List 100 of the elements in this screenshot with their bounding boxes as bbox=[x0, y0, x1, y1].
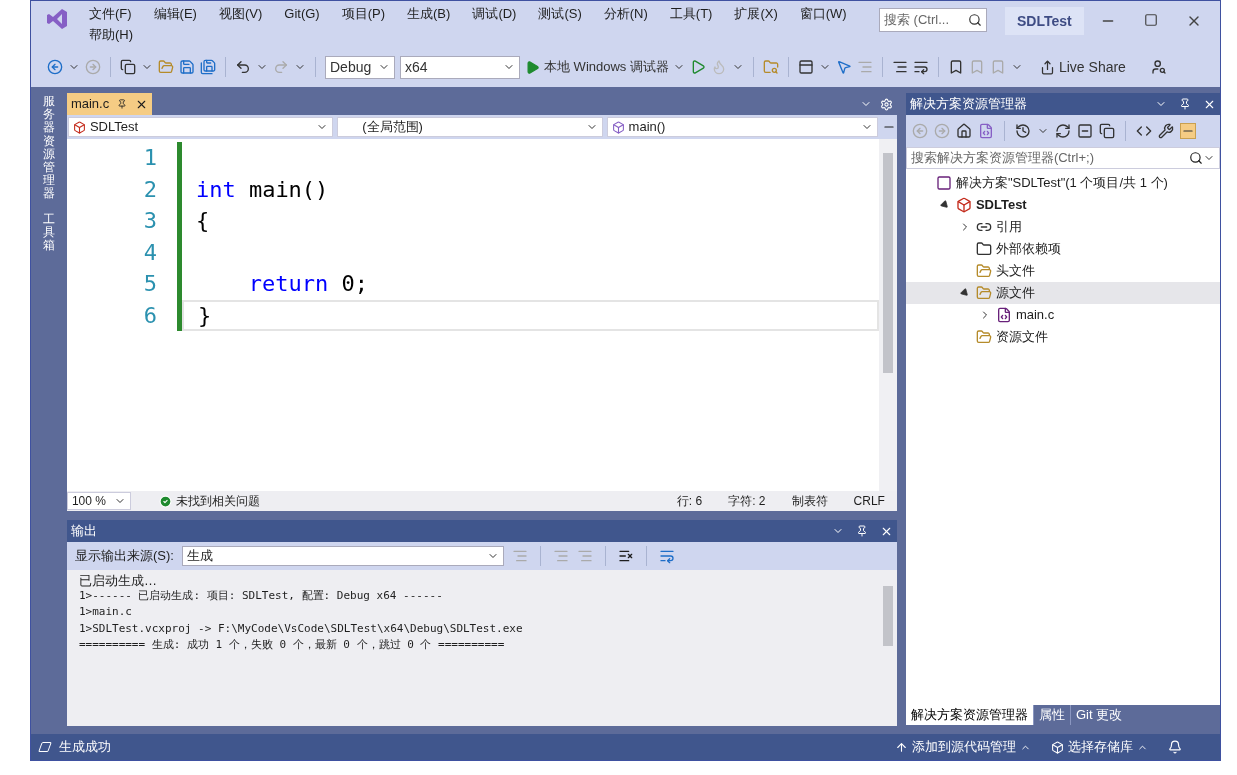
project-icon[interactable] bbox=[955, 197, 972, 213]
debug-button[interactable]: 本地 Windows 调试器 bbox=[525, 57, 685, 77]
output-line: ========== 生成: 成功 1 个，失败 0 个，最新 0 个，跳过 0 个 ========== bbox=[78, 637, 506, 653]
menu-item[interactable]: Git(G) bbox=[276, 3, 328, 24]
tree-item[interactable]: 解决方案"SDLTest"(1 个项目/共 1 个) bbox=[905, 172, 1220, 194]
save-all-icon[interactable] bbox=[200, 59, 216, 75]
menu-item[interactable]: 分析(N) bbox=[595, 3, 656, 24]
wrench-icon[interactable] bbox=[1157, 123, 1174, 139]
repository-icon bbox=[1051, 740, 1064, 754]
line-number: 5 bbox=[142, 270, 157, 299]
menu-item[interactable]: 工具(T) bbox=[661, 3, 721, 24]
forward-icon[interactable] bbox=[933, 123, 950, 139]
status-icon bbox=[36, 741, 54, 753]
tree-label: 外部依赖项 bbox=[995, 240, 1061, 259]
configuration-dropdown[interactable]: Debug bbox=[325, 55, 395, 79]
new-item-icon[interactable] bbox=[120, 59, 136, 75]
pin-icon[interactable] bbox=[1179, 97, 1191, 110]
navigation-dropdown[interactable]: main() bbox=[606, 117, 878, 137]
bell-icon[interactable] bbox=[1168, 740, 1182, 754]
tree-item[interactable]: 资源文件 bbox=[905, 326, 1220, 348]
back-icon[interactable] bbox=[47, 59, 63, 75]
navigation-dropdown[interactable]: (全局范围) bbox=[337, 117, 603, 137]
tree-item[interactable]: SDLTest bbox=[905, 194, 1220, 216]
zoom-dropdown[interactable]: 100 % bbox=[66, 492, 131, 510]
scrollbar[interactable] bbox=[878, 139, 897, 491]
window-title: SDLTest bbox=[1005, 7, 1084, 35]
side-tab[interactable]: 工具箱 bbox=[42, 212, 55, 253]
history-icon[interactable] bbox=[1014, 123, 1031, 139]
maximize-icon[interactable] bbox=[1144, 13, 1158, 27]
line-number: 3 bbox=[142, 207, 157, 236]
code-icon[interactable] bbox=[1135, 123, 1152, 139]
line-number: 2 bbox=[142, 175, 157, 204]
folder-search-icon[interactable] bbox=[762, 59, 779, 75]
comment-icon[interactable] bbox=[891, 59, 908, 75]
line-number: 1 bbox=[142, 144, 157, 173]
tree-item[interactable]: 源文件 bbox=[905, 282, 1220, 304]
tree-label: 资源文件 bbox=[995, 328, 1048, 347]
line-number: 6 bbox=[142, 301, 157, 330]
pointer-icon[interactable] bbox=[835, 59, 852, 75]
clear-icon[interactable] bbox=[617, 548, 634, 564]
editor-status[interactable]: CRLF bbox=[853, 492, 885, 510]
editor-status[interactable]: 字符: 2 bbox=[728, 492, 766, 510]
status-message: 生成成功 bbox=[39, 737, 111, 757]
menu-item[interactable]: 编辑(E) bbox=[145, 3, 205, 24]
menu-item[interactable]: 生成(B) bbox=[399, 3, 459, 24]
live-share-button[interactable]: Live Share bbox=[1039, 56, 1126, 78]
tree-item[interactable]: 引用 bbox=[905, 216, 1220, 238]
folder-icon[interactable] bbox=[975, 241, 992, 257]
word-wrap-icon[interactable] bbox=[658, 548, 675, 564]
tree-label: 解决方案"SDLTest"(1 个项目/共 1 个) bbox=[955, 174, 1168, 193]
save-icon[interactable] bbox=[179, 59, 195, 75]
search-field[interactable]: 搜索解决方案资源管理器(Ctrl+;) bbox=[905, 147, 1220, 169]
issues-status[interactable]: 未找到相关问题 bbox=[158, 492, 260, 510]
arrow-up-icon bbox=[895, 740, 908, 754]
menu-item[interactable]: 帮助(H) bbox=[81, 24, 142, 45]
tree-item[interactable]: main.c bbox=[905, 304, 1220, 326]
menu-item[interactable]: 测试(S) bbox=[530, 3, 590, 24]
platform-dropdown[interactable]: x64 bbox=[400, 55, 520, 79]
undo-icon[interactable] bbox=[235, 59, 251, 75]
menu-item[interactable]: 扩展(X) bbox=[726, 3, 786, 24]
menu-item[interactable]: 项目(P) bbox=[333, 3, 394, 24]
editor-tab[interactable]: main.c bbox=[66, 93, 153, 115]
copy-icon[interactable] bbox=[1098, 123, 1115, 139]
search-icon bbox=[968, 13, 982, 27]
window-icon[interactable] bbox=[797, 59, 814, 75]
navigation-dropdown[interactable]: SDLTest bbox=[67, 117, 334, 137]
editor-status[interactable]: 制表符 bbox=[791, 492, 828, 510]
indent-icon[interactable] bbox=[856, 59, 873, 75]
file-icon[interactable] bbox=[995, 307, 1012, 323]
back-icon[interactable] bbox=[911, 123, 928, 139]
status-item[interactable]: 选择存储库 bbox=[1051, 737, 1148, 757]
settings-icon[interactable] bbox=[879, 97, 893, 111]
editor-status[interactable]: 行: 6 bbox=[676, 492, 703, 510]
menu-item[interactable]: 窗口(W) bbox=[791, 3, 855, 24]
search-field[interactable]: 搜索 (Ctrl... bbox=[879, 8, 987, 32]
code-line: { bbox=[194, 207, 211, 236]
side-tab[interactable]: 服务器资源管理器 bbox=[42, 95, 55, 201]
feedback-icon[interactable] bbox=[1150, 59, 1167, 75]
source-dropdown[interactable]: 生成 bbox=[181, 546, 504, 566]
menu-item[interactable]: 文件(F) bbox=[81, 3, 140, 24]
panel-tab[interactable]: 解决方案资源管理器 bbox=[905, 705, 1033, 725]
menu-item[interactable]: 调试(D) bbox=[464, 3, 525, 24]
tree-label: SDLTest bbox=[975, 196, 1027, 215]
output-line: 1>------ 已启动生成: 项目: SDLTest, 配置: Debug x64 ------ bbox=[78, 587, 444, 604]
refresh-icon[interactable] bbox=[1054, 123, 1071, 139]
pin-icon[interactable] bbox=[855, 524, 868, 537]
collapse-icon[interactable] bbox=[1076, 123, 1093, 139]
collapse-arrow-icon[interactable] bbox=[959, 287, 971, 299]
tree-item[interactable]: 头文件 bbox=[905, 260, 1220, 282]
status-item[interactable]: 添加到源代码管理 bbox=[895, 737, 1031, 757]
home-icon[interactable] bbox=[955, 123, 972, 139]
uncomment-icon[interactable] bbox=[912, 59, 929, 75]
collapse-arrow-icon[interactable] bbox=[939, 199, 951, 211]
switch-view-icon[interactable] bbox=[977, 123, 994, 139]
tree-item[interactable]: 外部依赖项 bbox=[905, 238, 1220, 260]
solution-icon[interactable] bbox=[935, 175, 952, 191]
pin-icon[interactable] bbox=[117, 99, 128, 109]
cube-icon bbox=[611, 120, 625, 134]
menu-item[interactable]: 视图(V) bbox=[210, 3, 271, 24]
forward-icon[interactable] bbox=[85, 59, 101, 75]
